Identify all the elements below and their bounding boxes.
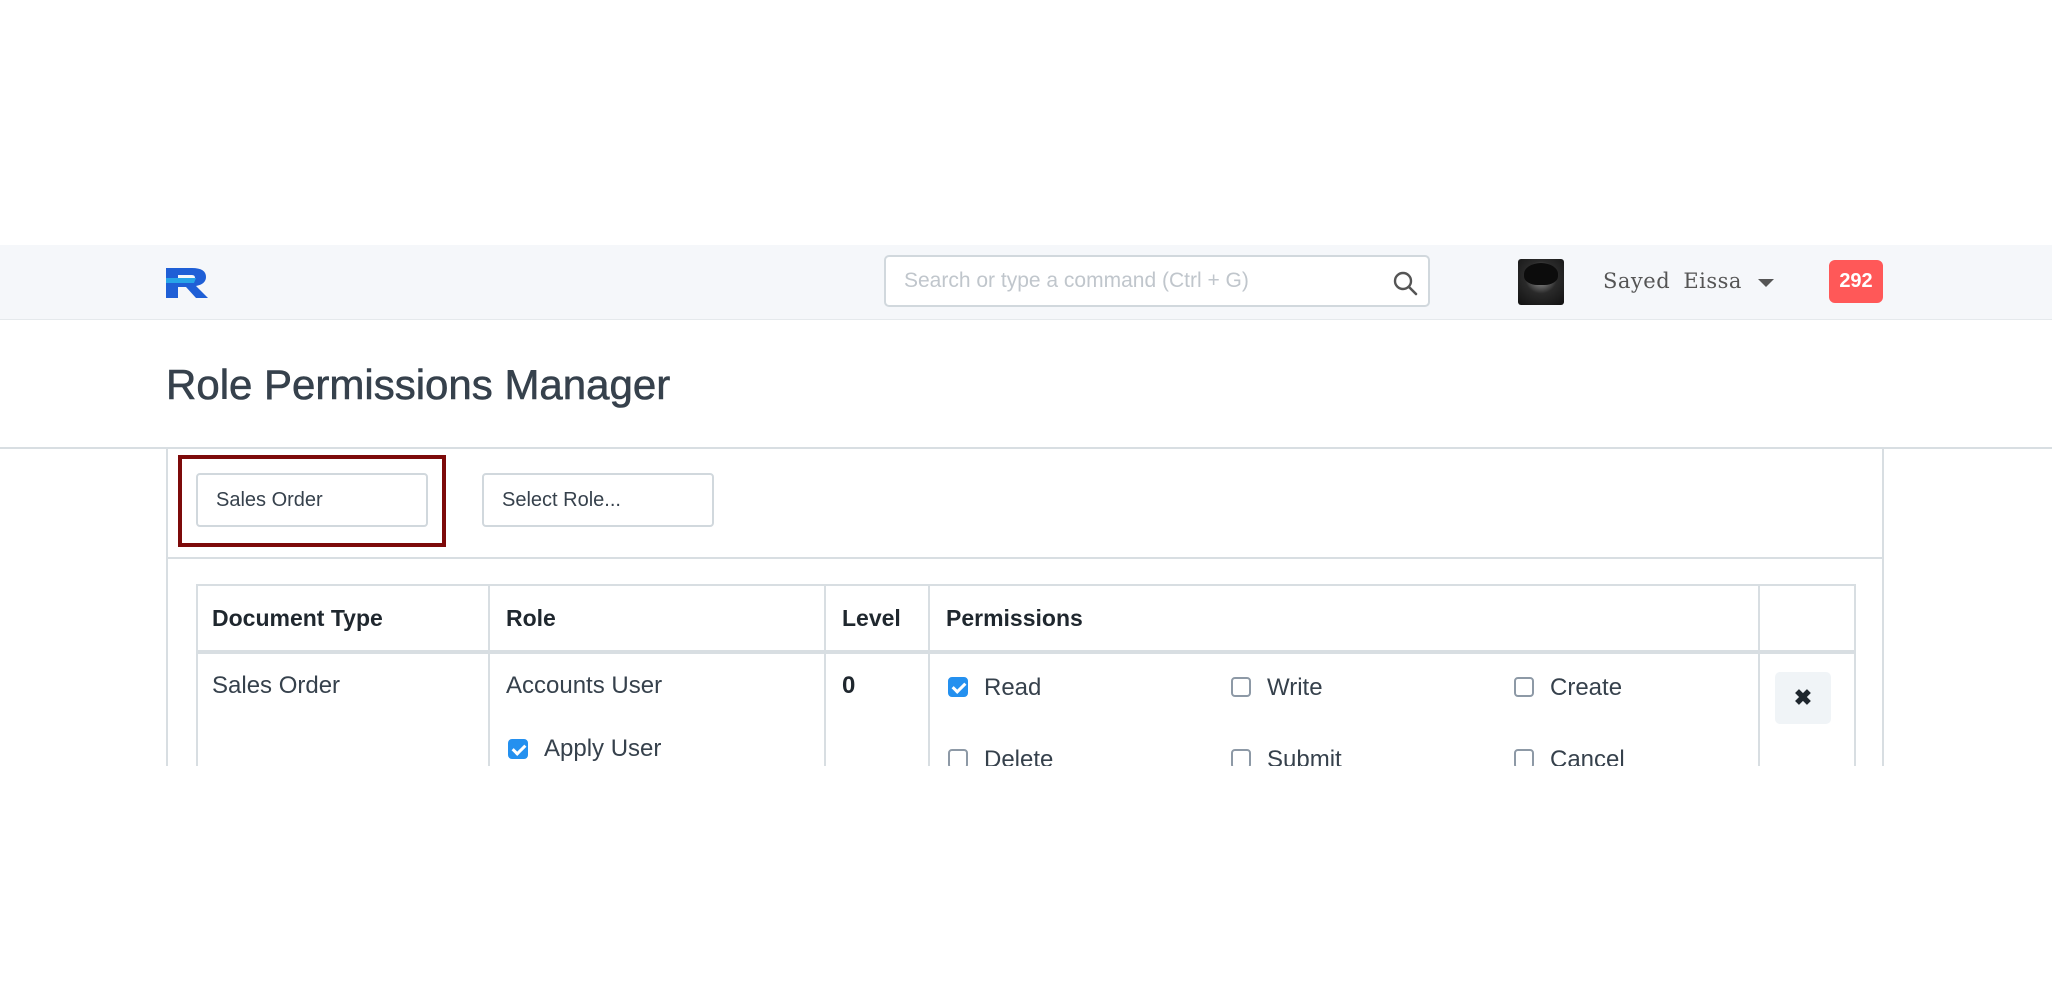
page-header: Role Permissions Manager xyxy=(0,319,2052,449)
search-box xyxy=(884,255,1430,307)
permission-read-label: Read xyxy=(984,674,1042,701)
close-icon: ✖ xyxy=(1793,685,1813,710)
search-input[interactable] xyxy=(886,257,1428,305)
permissions-panel: Sales Order Select Role... Document Type… xyxy=(166,447,1884,824)
cell-document-type: Sales Order xyxy=(212,672,341,699)
user-name[interactable]: Sayed Eissa xyxy=(1603,269,1742,293)
permission-create-checkbox[interactable] xyxy=(1514,677,1534,697)
caret-down-icon[interactable] xyxy=(1758,279,1774,287)
bottom-whitespace xyxy=(0,766,2052,1008)
table-header-row: Document Type Role Level Permissions xyxy=(196,584,1856,654)
apply-user-label: Apply User xyxy=(544,735,662,762)
filter-bar: Sales Order Select Role... xyxy=(168,447,1882,559)
permission-create-label: Create xyxy=(1550,674,1623,701)
search-icon[interactable] xyxy=(1392,270,1418,296)
role-select[interactable]: Select Role... xyxy=(482,473,714,527)
header-level: Level xyxy=(842,605,901,631)
cell-role: Accounts User xyxy=(506,672,663,699)
notification-badge[interactable]: 292 xyxy=(1829,260,1883,303)
user-avatar[interactable] xyxy=(1518,259,1564,305)
header-document-type: Document Type xyxy=(212,605,383,631)
permission-write-checkbox[interactable] xyxy=(1231,677,1251,697)
header-role: Role xyxy=(506,605,556,631)
page-title: Role Permissions Manager xyxy=(166,361,671,409)
permission-read-checkbox[interactable] xyxy=(948,677,968,697)
header-permissions: Permissions xyxy=(946,605,1083,631)
navbar: Sayed Eissa 292 xyxy=(0,245,2052,320)
cell-level: 0 xyxy=(842,672,856,699)
apply-user-checkbox[interactable] xyxy=(508,739,528,759)
permission-write-label: Write xyxy=(1267,674,1323,701)
remove-permission-button[interactable]: ✖ xyxy=(1775,672,1831,724)
brand-logo-icon[interactable] xyxy=(166,264,210,300)
document-type-select[interactable]: Sales Order xyxy=(196,473,428,527)
